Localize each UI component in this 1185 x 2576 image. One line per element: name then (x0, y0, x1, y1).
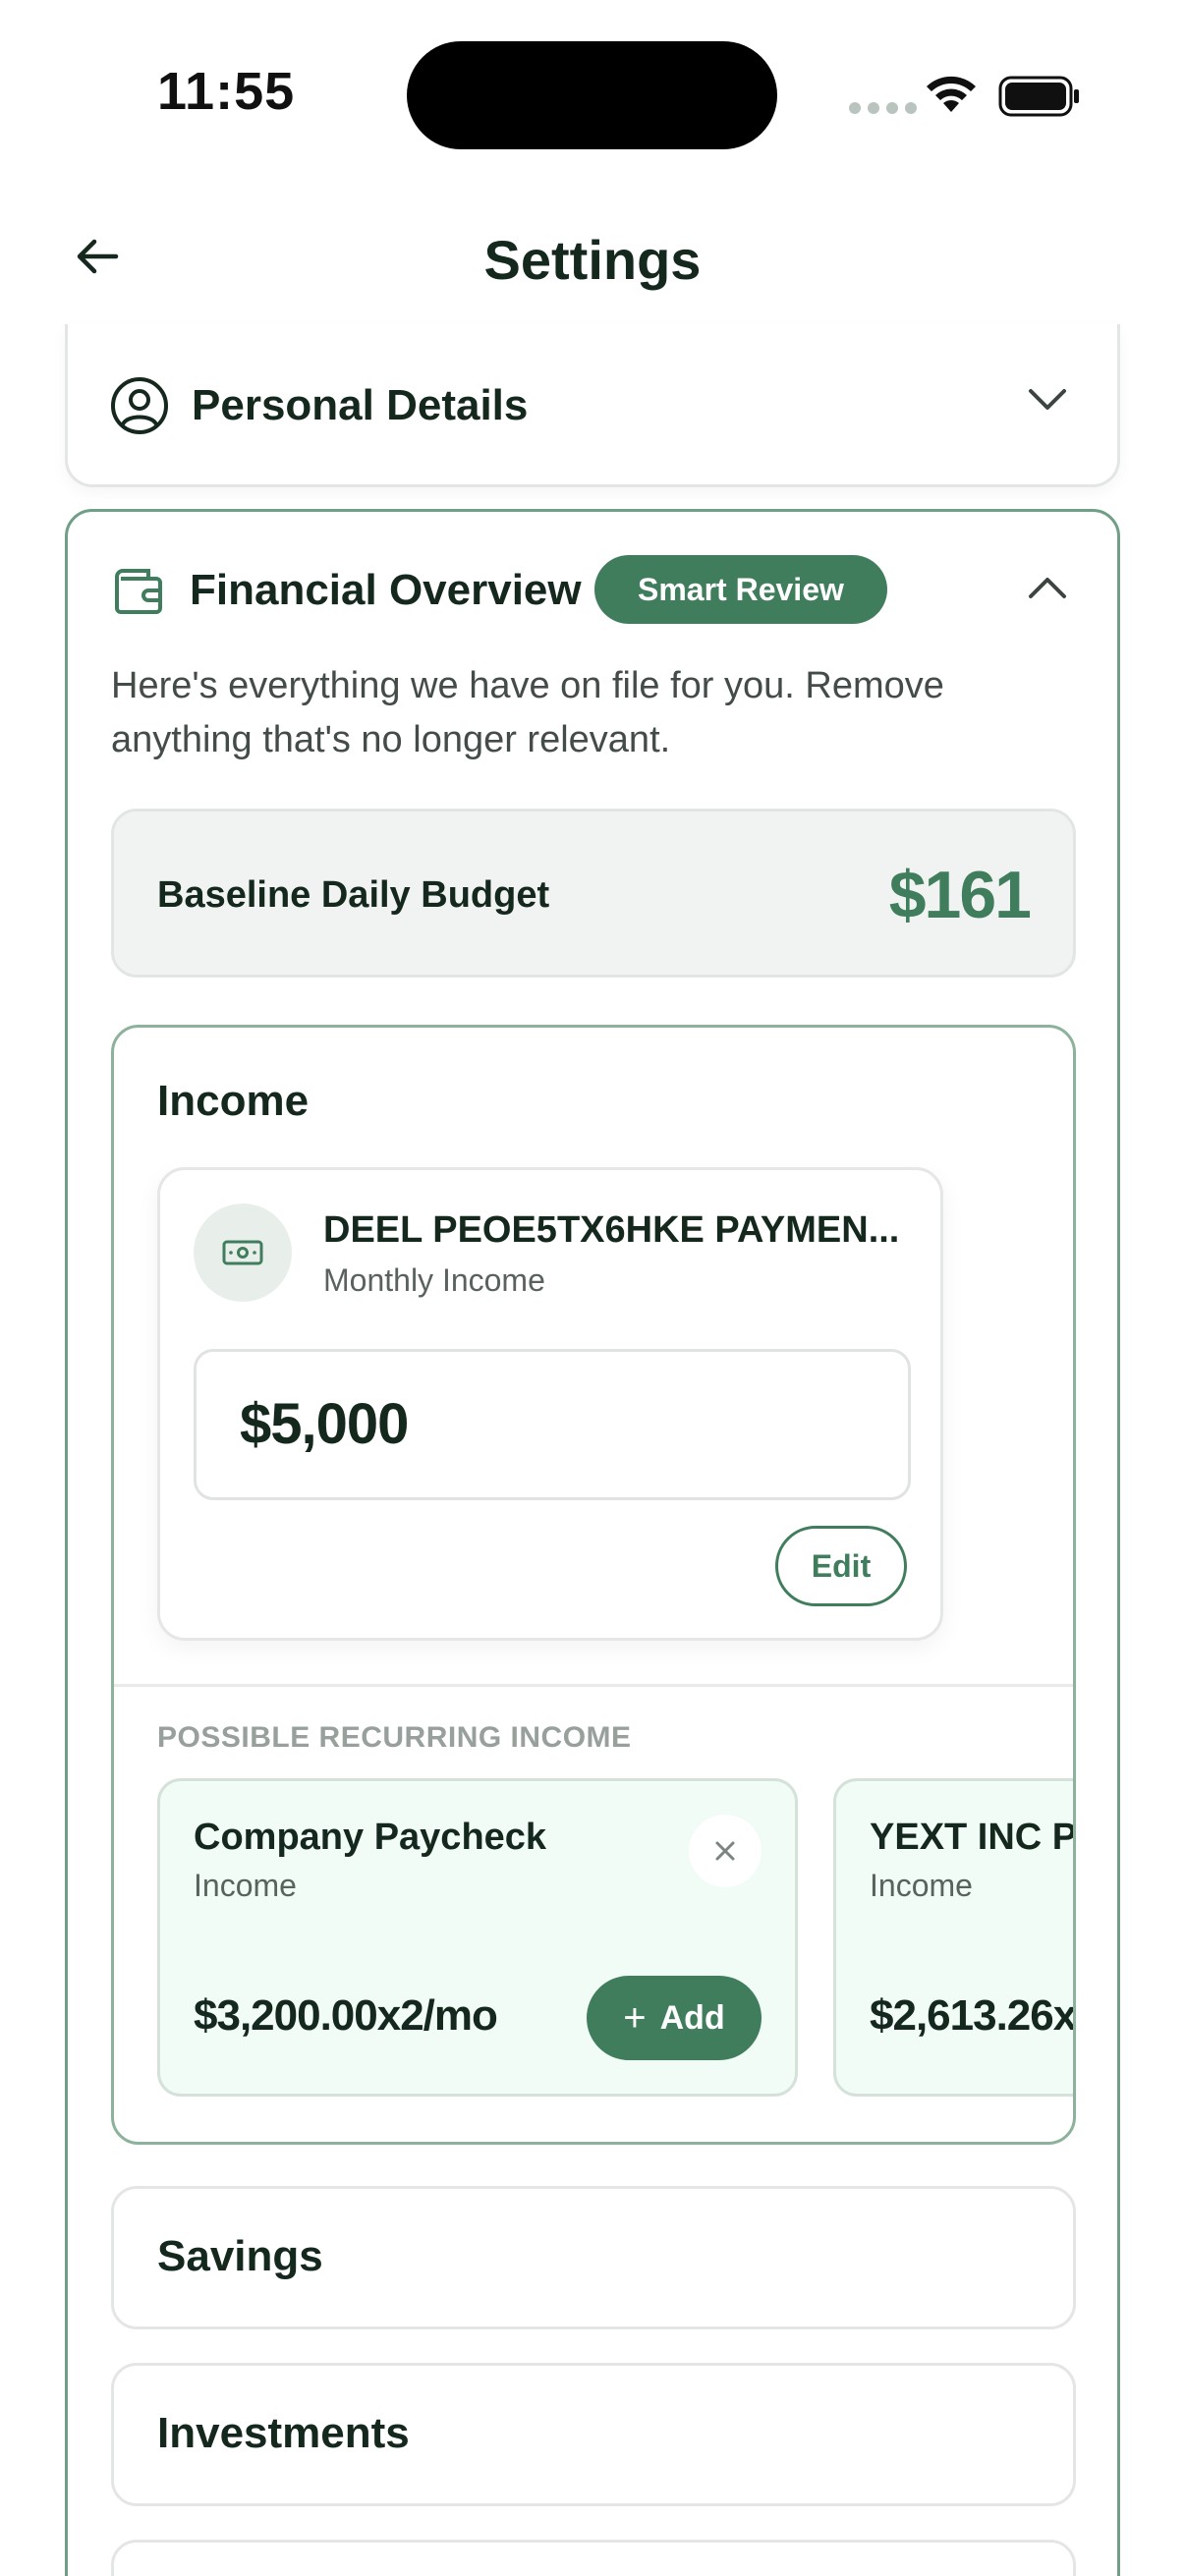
baseline-budget-panel: Baseline Daily Budget $161 (111, 809, 1076, 978)
budget-value: $161 (888, 858, 1032, 932)
page-title: Settings (483, 229, 702, 291)
next-section[interactable] (111, 2540, 1076, 2576)
add-income-label: Add (659, 1998, 725, 2037)
personal-details-section[interactable]: Personal Details (65, 324, 1120, 487)
recurring-income-card: Company Paycheck Income $3,200.00x2/mo +… (157, 1778, 798, 2097)
investments-title: Investments (157, 2409, 410, 2457)
recurring-income-amount: $3,200.00x2/mo (194, 1991, 498, 2040)
recurring-income-name: Company Paycheck (194, 1817, 547, 1858)
financial-overview-title: Financial Overview (190, 566, 582, 614)
banknote-icon (194, 1204, 292, 1302)
possible-recurring-label: POSSIBLE RECURRING INCOME (157, 1721, 632, 1754)
recurring-income-type: Income (870, 1868, 973, 1903)
chevron-up-icon[interactable] (1027, 575, 1068, 605)
cellular-signal-icon (849, 102, 917, 114)
close-icon[interactable] (689, 1815, 762, 1887)
financial-overview-description: Here's everything we have on file for yo… (111, 665, 944, 760)
wifi-icon (924, 73, 979, 121)
recurring-income-card: YEXT INC PAYROLL Income $2,613.26x2/mo (833, 1778, 1076, 2097)
settings-screen: 11:55 Settings Personal Details Financia… (0, 0, 1185, 2576)
income-amount-value: $5,000 (240, 1392, 409, 1456)
wallet-icon (109, 563, 164, 623)
divider (114, 1684, 1073, 1687)
dynamic-island (407, 41, 777, 149)
chevron-down-icon[interactable] (1027, 387, 1068, 418)
recurring-income-type: Income (194, 1868, 297, 1903)
investments-section[interactable]: Investments (111, 2363, 1076, 2506)
income-section: Income DEEL PEOE5TX6HKE PAYMEN... Monthl… (111, 1025, 1076, 2145)
income-source-name: DEEL PEOE5TX6HKE PAYMEN... (323, 1209, 900, 1251)
user-circle-icon (109, 375, 170, 441)
income-title: Income (157, 1077, 310, 1125)
recurring-income-amount: $2,613.26x2/mo (870, 1991, 1076, 2040)
savings-section[interactable]: Savings (111, 2186, 1076, 2329)
edit-income-button[interactable]: Edit (775, 1526, 907, 1606)
primary-income-card: DEEL PEOE5TX6HKE PAYMEN... Monthly Incom… (157, 1167, 943, 1641)
income-source-frequency: Monthly Income (323, 1262, 545, 1298)
plus-icon: + (623, 1996, 647, 2040)
status-time: 11:55 (157, 62, 296, 121)
financial-overview-section: Financial Overview Smart Review Here's e… (65, 509, 1120, 2576)
income-amount-field[interactable]: $5,000 (194, 1349, 911, 1500)
personal-details-title: Personal Details (192, 381, 529, 429)
recurring-income-name: YEXT INC PAYROLL (870, 1817, 1075, 1858)
add-income-button[interactable]: + Add (587, 1976, 762, 2060)
budget-label: Baseline Daily Budget (157, 874, 550, 916)
smart-review-badge[interactable]: Smart Review (594, 555, 887, 624)
battery-icon (998, 75, 1081, 123)
savings-title: Savings (157, 2232, 323, 2280)
